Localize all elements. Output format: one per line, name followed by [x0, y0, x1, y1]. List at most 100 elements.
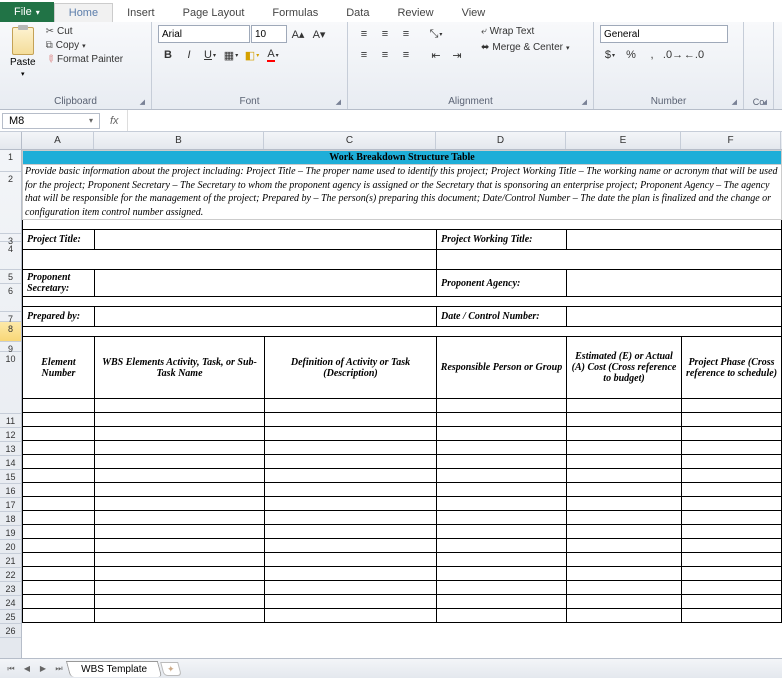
- font-name-select[interactable]: [158, 25, 250, 43]
- row-header-8[interactable]: 8: [0, 322, 21, 342]
- name-box[interactable]: M8: [2, 113, 100, 129]
- home-tab[interactable]: Home: [54, 3, 113, 22]
- align-top-icon[interactable]: ≡: [354, 25, 374, 43]
- col-header-e[interactable]: E: [566, 132, 681, 149]
- date-control-label[interactable]: Date / Control Number:: [437, 307, 567, 327]
- project-working-title-label[interactable]: Project Working Title:: [437, 230, 567, 250]
- prepared-by-label[interactable]: Prepared by:: [23, 307, 95, 327]
- merge-center-button[interactable]: ⬌Merge & Center▾: [479, 41, 572, 54]
- align-bottom-icon[interactable]: ≡: [396, 25, 416, 43]
- underline-button[interactable]: U: [200, 46, 220, 64]
- project-working-title-value[interactable]: [567, 230, 782, 250]
- header-responsible[interactable]: Responsible Person or Group: [437, 337, 567, 399]
- currency-button[interactable]: $: [600, 46, 620, 64]
- header-definition[interactable]: Definition of Activity or Task (Descript…: [265, 337, 437, 399]
- format-painter-button[interactable]: Format Painter: [44, 53, 126, 66]
- align-center-icon[interactable]: ≡: [375, 46, 395, 64]
- worksheet-table[interactable]: Work Breakdown Structure Table Provide b…: [22, 150, 782, 623]
- formulas-tab[interactable]: Formulas: [258, 4, 332, 22]
- col-header-b[interactable]: B: [94, 132, 264, 149]
- new-sheet-button[interactable]: ✦: [160, 662, 182, 676]
- row5-right[interactable]: [437, 250, 782, 270]
- proponent-secretary-label[interactable]: Proponent Secretary:: [23, 270, 95, 297]
- view-tab[interactable]: View: [448, 4, 500, 22]
- copy-button[interactable]: Copy▾: [44, 39, 126, 52]
- fx-icon[interactable]: fx: [102, 115, 127, 127]
- decrease-indent-icon[interactable]: ⇤: [426, 46, 446, 64]
- font-color-button[interactable]: A: [263, 46, 283, 64]
- comma-button[interactable]: ,: [642, 46, 662, 64]
- row5-left[interactable]: [23, 250, 437, 270]
- paste-button[interactable]: Paste ▾: [6, 25, 40, 94]
- fill-color-button[interactable]: ◧: [242, 46, 262, 64]
- proponent-secretary-value[interactable]: [95, 270, 437, 297]
- row-header-15[interactable]: 15: [0, 470, 21, 484]
- header-estimated[interactable]: Estimated (E) or Actual (A) Cost (Cross …: [567, 337, 682, 399]
- row-header-17[interactable]: 17: [0, 498, 21, 512]
- row-header-20[interactable]: 20: [0, 540, 21, 554]
- formula-input[interactable]: [127, 110, 782, 131]
- row-header-14[interactable]: 14: [0, 456, 21, 470]
- header-element-number[interactable]: Element Number: [23, 337, 95, 399]
- row-header-25[interactable]: 25: [0, 610, 21, 624]
- review-tab[interactable]: Review: [383, 4, 447, 22]
- col-header-a[interactable]: A: [22, 132, 94, 149]
- row-header-7[interactable]: 7: [0, 312, 21, 322]
- bold-button[interactable]: B: [158, 46, 178, 64]
- italic-button[interactable]: I: [179, 46, 199, 64]
- font-size-select[interactable]: [251, 25, 287, 43]
- row-header-26[interactable]: 26: [0, 624, 21, 638]
- increase-font-icon[interactable]: A▴: [288, 25, 308, 43]
- row-header-10[interactable]: 10: [0, 352, 21, 414]
- row-header-9[interactable]: 9: [0, 342, 21, 352]
- percent-button[interactable]: %: [621, 46, 641, 64]
- row-header-13[interactable]: 13: [0, 442, 21, 456]
- align-right-icon[interactable]: ≡: [396, 46, 416, 64]
- insert-tab[interactable]: Insert: [113, 4, 169, 22]
- row-header-18[interactable]: 18: [0, 512, 21, 526]
- align-left-icon[interactable]: ≡: [354, 46, 374, 64]
- sheet-tab-wbs[interactable]: WBS Template: [66, 661, 162, 677]
- align-middle-icon[interactable]: ≡: [375, 25, 395, 43]
- border-button[interactable]: ▦: [221, 46, 241, 64]
- orientation-button[interactable]: ⤡: [426, 25, 446, 43]
- tab-nav-last-icon[interactable]: ⏭: [52, 662, 66, 676]
- row-header-3[interactable]: 3: [0, 234, 21, 242]
- data-tab[interactable]: Data: [332, 4, 383, 22]
- row-header-22[interactable]: 22: [0, 568, 21, 582]
- header-wbs-elements[interactable]: WBS Elements Activity, Task, or Sub-Task…: [95, 337, 265, 399]
- row-header-1[interactable]: 1: [0, 150, 21, 172]
- row-header-11[interactable]: 11: [0, 414, 21, 428]
- row-header-21[interactable]: 21: [0, 554, 21, 568]
- tab-nav-next-icon[interactable]: ▶: [36, 662, 50, 676]
- description-cell[interactable]: Provide basic information about the proj…: [23, 165, 782, 220]
- project-title-value[interactable]: [95, 230, 437, 250]
- row-header-16[interactable]: 16: [0, 484, 21, 498]
- spacer-row-9[interactable]: [23, 327, 782, 337]
- row-header-19[interactable]: 19: [0, 526, 21, 540]
- tab-nav-prev-icon[interactable]: ◀: [20, 662, 34, 676]
- row-header-4[interactable]: 4: [0, 242, 21, 270]
- proponent-agency-label[interactable]: Proponent Agency:: [437, 270, 567, 297]
- tab-nav-first-icon[interactable]: ⏮: [4, 662, 18, 676]
- row-header-12[interactable]: 12: [0, 428, 21, 442]
- number-format-select[interactable]: [600, 25, 728, 43]
- col-header-c[interactable]: C: [264, 132, 436, 149]
- col-header-d[interactable]: D: [436, 132, 566, 149]
- increase-decimal-icon[interactable]: .0→: [663, 46, 683, 64]
- date-control-value[interactable]: [567, 307, 782, 327]
- spacer-row-3[interactable]: [23, 220, 782, 230]
- header-phase[interactable]: Project Phase (Cross reference to schedu…: [682, 337, 782, 399]
- cut-button[interactable]: Cut: [44, 25, 126, 38]
- row-header-5[interactable]: 5: [0, 270, 21, 284]
- wrap-text-button[interactable]: ⤶Wrap Text: [479, 25, 572, 38]
- page-layout-tab[interactable]: Page Layout: [169, 4, 259, 22]
- col-header-f[interactable]: F: [681, 132, 781, 149]
- row-header-23[interactable]: 23: [0, 582, 21, 596]
- spacer-row-7[interactable]: [23, 297, 782, 307]
- row-header-6[interactable]: 6: [0, 284, 21, 312]
- proponent-agency-value[interactable]: [567, 270, 782, 297]
- file-tab[interactable]: File: [0, 2, 54, 22]
- select-all-corner[interactable]: [0, 132, 21, 150]
- increase-indent-icon[interactable]: ⇥: [447, 46, 467, 64]
